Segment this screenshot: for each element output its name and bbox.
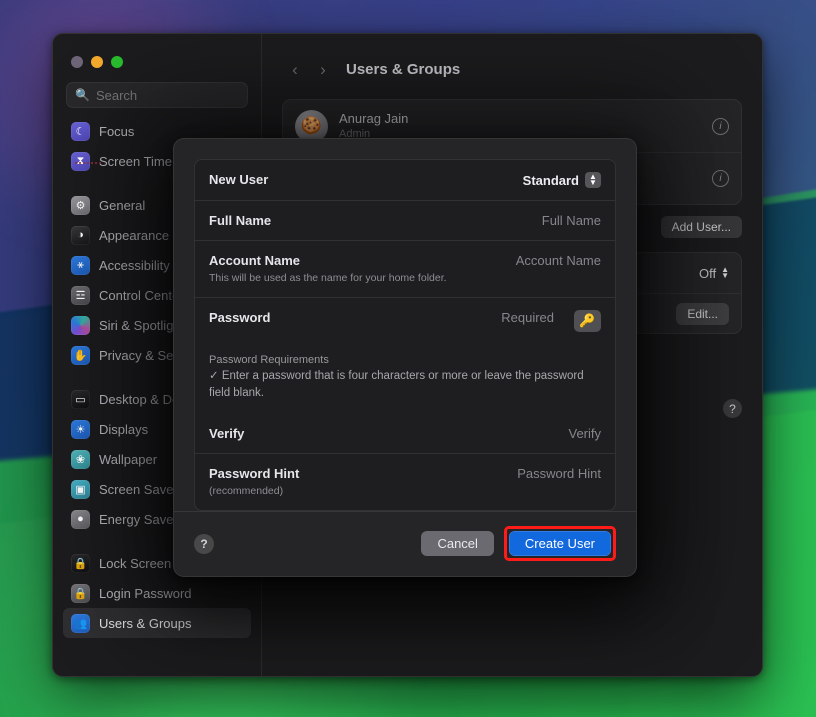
minimize-button[interactable] [91, 56, 103, 68]
dock-icon: ▭ [71, 389, 90, 409]
automatic-login-value: Off [698, 265, 717, 281]
search-icon: 🔍 [75, 88, 90, 102]
search-placeholder: Search [95, 87, 138, 103]
account-name-description: This will be used as the name for your h… [209, 272, 447, 284]
sidebar-item-label: Control Center [99, 287, 184, 303]
dialog-footer: ? Cancel Create User [174, 510, 636, 576]
password-row[interactable]: Password Required 🔑 [195, 297, 615, 344]
padlock-icon: 🔒 [71, 583, 90, 603]
password-hint-input[interactable]: Password Hint [517, 466, 601, 481]
sidebar-item-label: Energy Saver [99, 511, 178, 527]
sidebar-item-label: Appearance [99, 227, 170, 243]
chevron-updown-icon[interactable]: ▲ ▼ [585, 172, 601, 188]
display-icon: ☀ [71, 419, 90, 439]
bulb-icon: ● [71, 509, 90, 529]
help-icon[interactable]: ? [194, 533, 214, 554]
sidebar-item-users-groups[interactable]: 👥 Users & Groups [63, 608, 251, 638]
password-requirements-title: Password Requirements [209, 354, 329, 367]
hourglass-icon: ⧗ [71, 151, 90, 171]
users-icon: 👥 [71, 613, 90, 633]
edit-button[interactable]: Edit... [676, 302, 729, 325]
sidebar-search[interactable]: 🔍 Search [53, 68, 261, 108]
back-button[interactable]: ‹ [282, 56, 308, 82]
contrast-icon: ◑ [71, 225, 90, 245]
moon-icon: ☾ [71, 121, 90, 141]
password-requirements: Password Requirements ✓ Enter a password… [195, 344, 615, 413]
hand-icon: ✋ [71, 345, 90, 365]
page-title: Users & Groups [346, 60, 461, 78]
dialog-body: New User Standard ▲ ▼ Full Name Full Name… [174, 139, 636, 511]
password-requirements-text: ✓ Enter a password that is four characte… [209, 370, 584, 399]
account-name-row[interactable]: Account Name This will be used as the na… [195, 240, 615, 297]
window-controls[interactable] [53, 34, 261, 68]
sidebar-item-label: Displays [99, 421, 149, 437]
new-user-dialog: New User Standard ▲ ▼ Full Name Full Name… [173, 138, 637, 577]
sidebar-item-label: Focus [99, 123, 135, 139]
sidebar-item-label: Wallpaper [99, 451, 158, 467]
chevron-updown-icon[interactable]: ▲ ▼ [721, 266, 729, 280]
sidebar-item-label: General [99, 197, 146, 213]
sliders-icon: ☲ [71, 285, 90, 305]
screensaver-icon: ▣ [71, 479, 90, 499]
dialog-actions: Cancel Create User [421, 526, 616, 562]
user-name: Anurag Jain [339, 110, 409, 126]
verify-row[interactable]: Verify Verify [195, 414, 615, 453]
password-hint-row[interactable]: Password Hint (recommended) Password Hin… [195, 452, 615, 510]
sidebar-item-label: Screen Time [99, 153, 172, 169]
verify-input[interactable]: Verify [568, 426, 601, 441]
create-user-button[interactable]: Create User [508, 531, 611, 557]
full-name-label: Full Name [209, 213, 272, 228]
full-name-input[interactable]: Full Name [542, 213, 601, 228]
forward-button[interactable]: › [310, 56, 336, 82]
account-type-value: Standard [522, 172, 579, 188]
lock-screen-icon: 🔒 [71, 553, 90, 573]
new-user-type-row[interactable]: New User Standard ▲ ▼ [195, 160, 615, 200]
sidebar-item-label: Users & Groups [99, 615, 192, 631]
sidebar-item-label: Screen Saver [99, 481, 178, 497]
full-name-row[interactable]: Full Name Full Name [195, 200, 615, 240]
password-label: Password [209, 310, 271, 326]
siri-icon [71, 315, 90, 335]
account-name-label: Account Name [209, 253, 301, 268]
wallpaper-icon: ❀ [71, 449, 90, 469]
close-button[interactable] [71, 56, 83, 68]
help-icon[interactable]: ? [723, 399, 742, 418]
verify-label: Verify [209, 425, 245, 441]
search-input[interactable]: 🔍 Search [66, 82, 248, 108]
sidebar-item-label: Login Password [99, 585, 192, 601]
password-hint-label: Password Hint [209, 465, 300, 481]
add-user-button[interactable]: Add User... [660, 216, 742, 238]
gear-icon: ⚙ [71, 195, 90, 215]
zoom-button[interactable] [111, 56, 123, 68]
main-header: ‹ › Users & Groups [262, 34, 762, 82]
new-user-label: New User [209, 172, 269, 187]
account-type-popup[interactable]: Standard ▲ ▼ [523, 172, 601, 188]
sidebar-item-label: Accessibility [99, 257, 170, 273]
sidebar-item-label: Lock Screen [99, 555, 172, 571]
sidebar-item-label: Siri & Spotlight [99, 317, 185, 333]
accessibility-icon: ⚹ [71, 255, 90, 275]
new-user-form: New User Standard ▲ ▼ Full Name Full Name… [194, 159, 616, 511]
info-icon[interactable]: i [712, 170, 729, 187]
cancel-button[interactable]: Cancel [421, 531, 494, 557]
password-hint-note: (recommended) [209, 484, 284, 497]
desktop-wallpaper: 🔍 Search ☾ Focus ⧗ Screen Time ⚙ General… [0, 0, 816, 717]
key-icon[interactable]: 🔑 [574, 310, 601, 333]
info-icon[interactable]: i [712, 117, 729, 135]
user-meta: Anurag Jain Admin [339, 111, 408, 142]
account-name-input[interactable]: Account Name [516, 253, 601, 268]
sidebar-item-login-password[interactable]: 🔒 Login Password [63, 578, 251, 608]
password-input[interactable]: Required [501, 310, 554, 325]
create-user-highlight: Create User [503, 526, 616, 562]
